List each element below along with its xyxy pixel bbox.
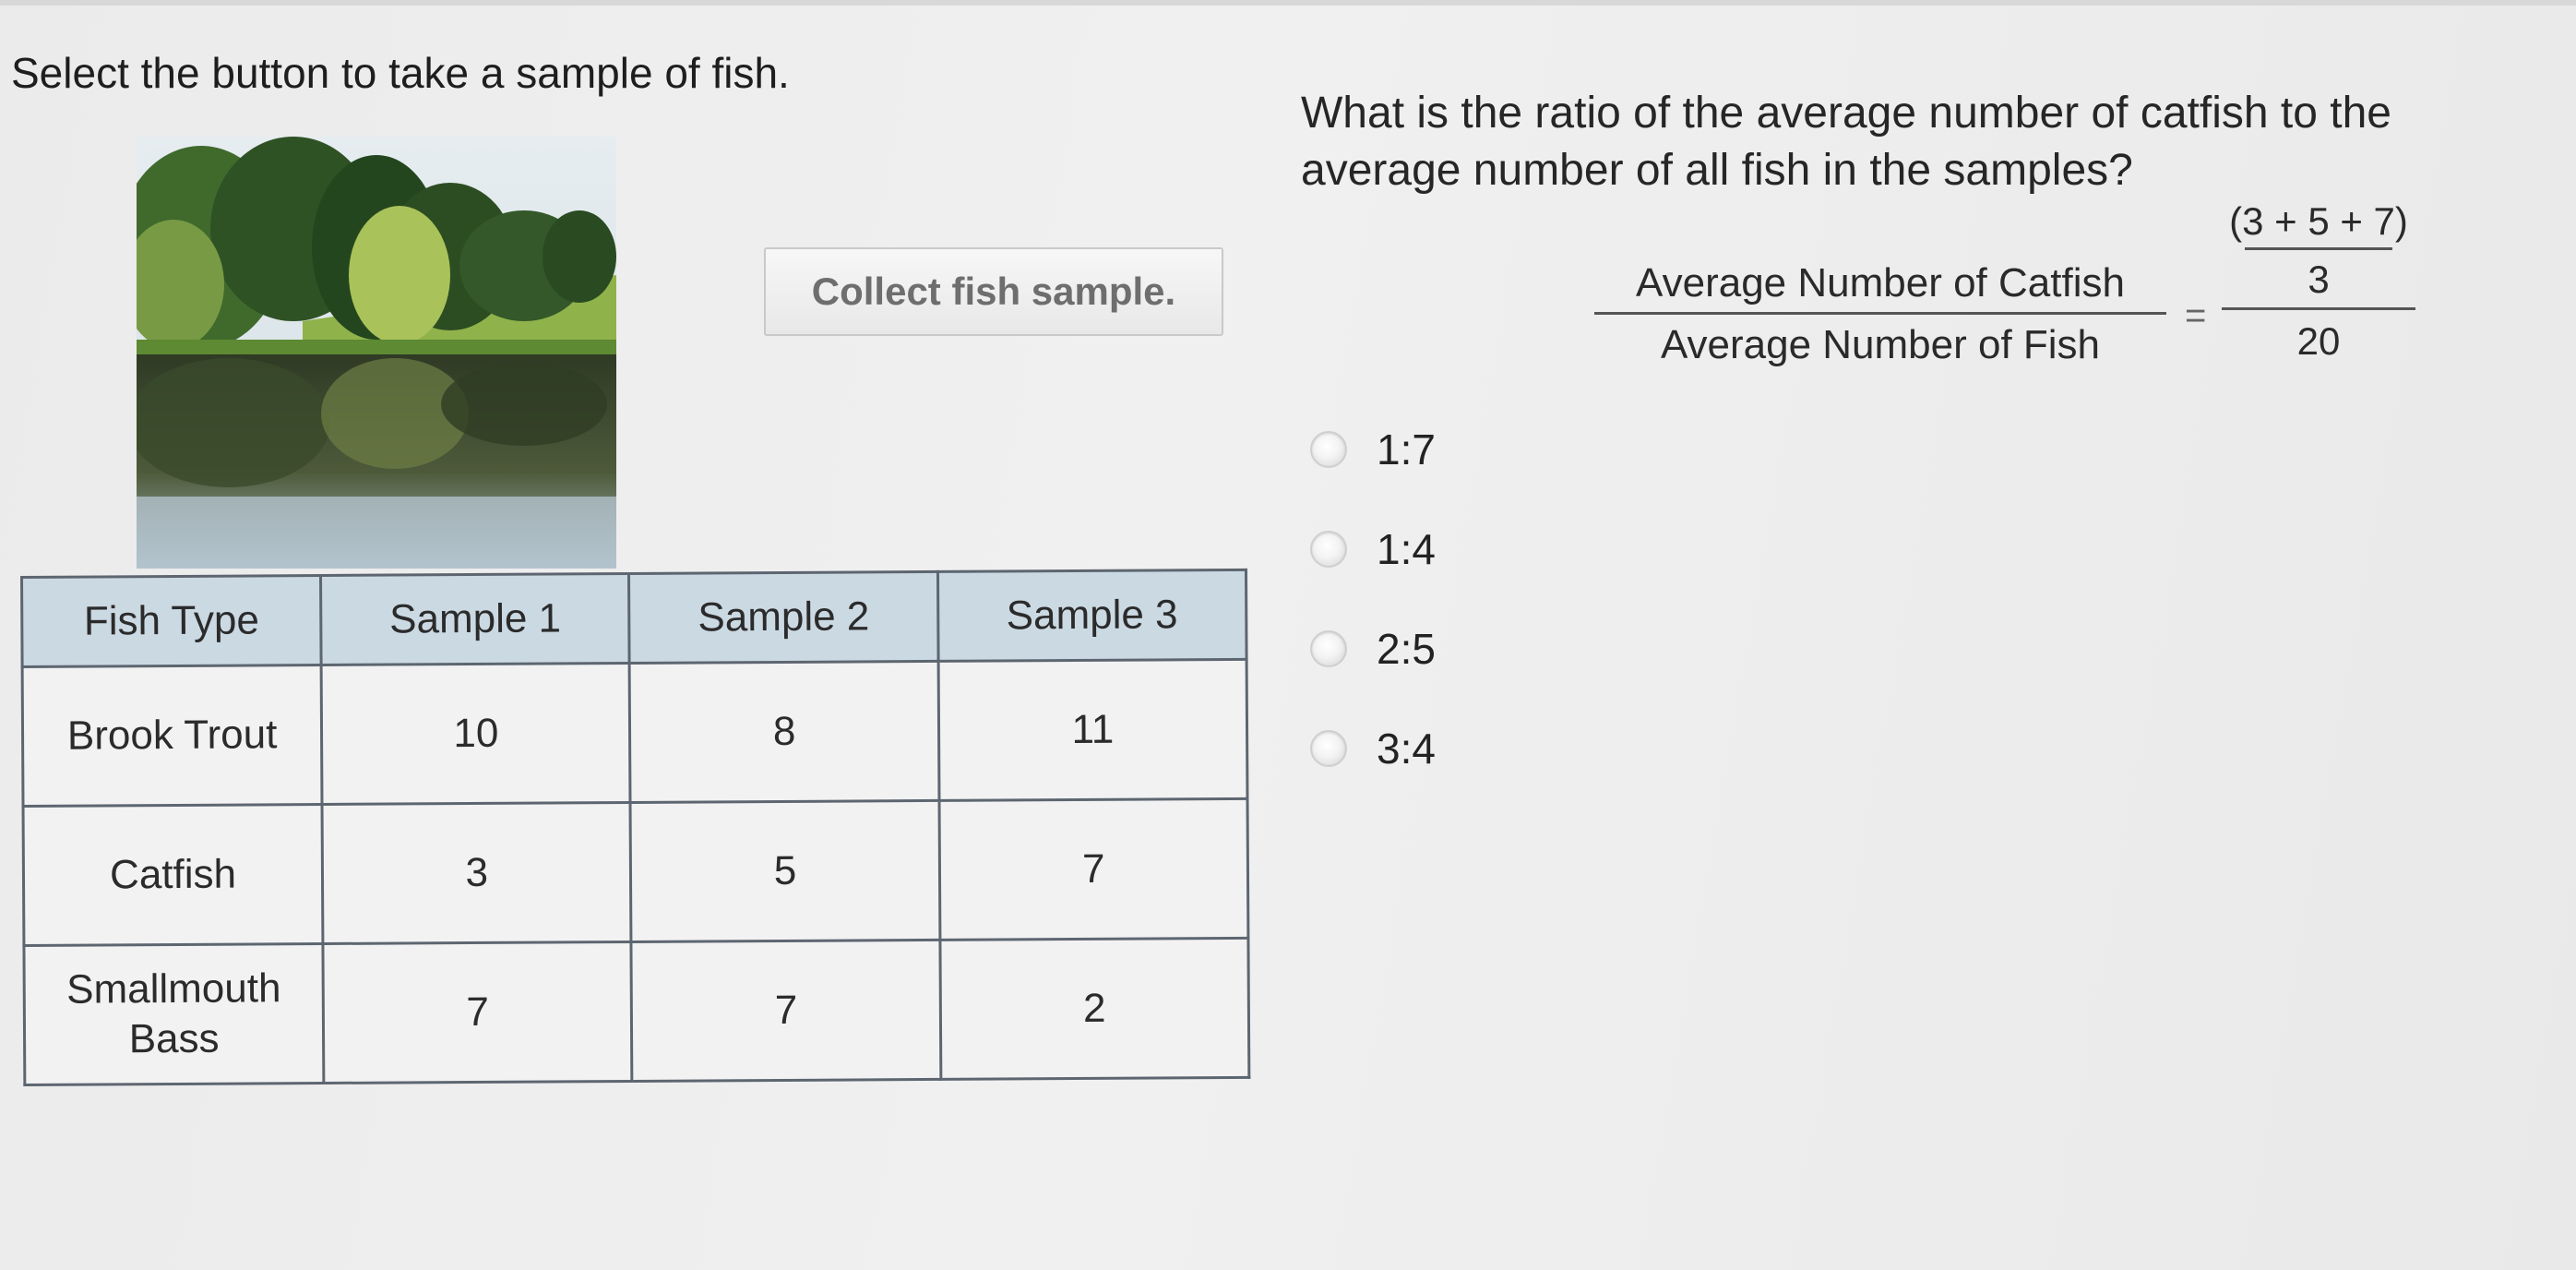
cell-fish-type: Brook Trout [22, 665, 323, 807]
formula-lhs-denominator: Average Number of Fish [1660, 322, 2101, 367]
answer-option[interactable]: 1:4 [1310, 524, 1436, 574]
cell-sample-1: 7 [323, 941, 633, 1084]
ratio-formula: Average Number of Catfish Average Number… [1594, 199, 2425, 384]
header-sample-3: Sample 3 [937, 569, 1247, 662]
answer-option-label: 3:4 [1377, 725, 1436, 773]
table-header-row: Fish Type Sample 1 Sample 2 Sample 3 [21, 569, 1247, 667]
table-row-brook-trout: Brook Trout 10 8 11 [22, 659, 1247, 807]
cell-sample-2: 7 [631, 940, 941, 1082]
fish-sample-table: Fish Type Sample 1 Sample 2 Sample 3 Bro… [20, 569, 1250, 1086]
answer-option-label: 2:5 [1377, 625, 1436, 673]
answer-option[interactable]: 3:4 [1310, 724, 1436, 773]
table-row-catfish: Catfish 3 5 7 [23, 798, 1248, 946]
radio-button[interactable] [1310, 531, 1347, 568]
cell-sample-3: 7 [938, 798, 1248, 941]
pond-image [137, 137, 616, 569]
cell-sample-2: 5 [630, 800, 940, 942]
formula-rhs-denominator: 20 [2296, 319, 2341, 363]
header-sample-1: Sample 1 [320, 573, 630, 665]
radio-button[interactable] [1310, 431, 1347, 468]
screen: Select the button to take a sample of fi… [0, 0, 2576, 1270]
formula-lhs-fraction: Average Number of Catfish Average Number… [1594, 260, 2166, 368]
answer-option[interactable]: 1:7 [1310, 425, 1436, 474]
formula-rhs-inner-denominator: 3 [2308, 258, 2330, 301]
instruction-text: Select the button to take a sample of fi… [11, 49, 790, 97]
collect-fish-sample-button[interactable]: Collect fish sample. [764, 247, 1223, 336]
radio-button[interactable] [1310, 630, 1347, 667]
cell-sample-1: 10 [321, 663, 631, 805]
cell-sample-1: 3 [322, 802, 632, 944]
header-fish-type: Fish Type [21, 575, 322, 667]
formula-rhs-fraction: (3 + 5 + 7) 3 20 [2222, 199, 2415, 364]
answer-option[interactable]: 2:5 [1310, 624, 1436, 674]
header-sample-2: Sample 2 [628, 571, 938, 664]
cell-sample-3: 11 [937, 659, 1247, 801]
answer-option-label: 1:4 [1377, 525, 1436, 573]
cell-sample-3: 2 [939, 938, 1249, 1080]
radio-button[interactable] [1310, 730, 1347, 767]
formula-rhs-inner-numerator: (3 + 5 + 7) [2229, 199, 2408, 243]
equals-sign: = [2185, 295, 2207, 336]
table-row-smallmouth-bass: Smallmouth Bass 7 7 2 [23, 938, 1249, 1085]
answer-option-label: 1:7 [1377, 425, 1436, 473]
cell-sample-2: 8 [629, 661, 939, 803]
top-divider [0, 0, 2576, 6]
formula-lhs-numerator: Average Number of Catfish [1636, 260, 2125, 306]
cell-fish-type: Smallmouth Bass [23, 943, 325, 1085]
cell-fish-type: Catfish [23, 804, 324, 946]
question-text: What is the ratio of the average number … [1301, 89, 2391, 195]
